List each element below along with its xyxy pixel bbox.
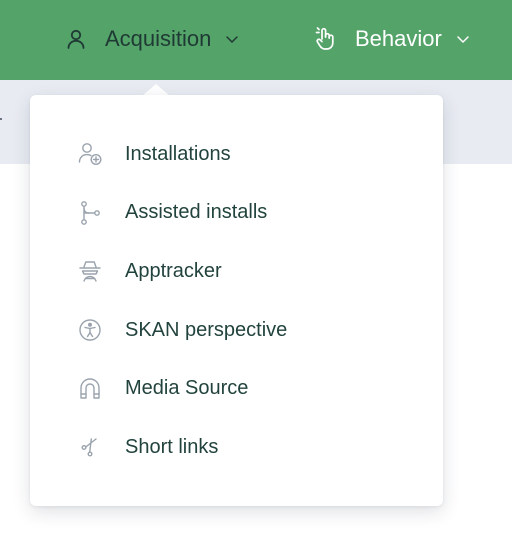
menu-item-media-source[interactable]: Media Source [30, 359, 443, 418]
magnet-icon [76, 375, 104, 403]
menu-item-installations[interactable]: Installations [30, 125, 443, 184]
subbar-marker [0, 118, 2, 120]
menu-item-label: Assisted installs [125, 201, 268, 224]
scissors-icon [76, 433, 104, 461]
nav-acquisition[interactable]: Acquisition [62, 0, 240, 78]
top-nav-bar: Acquisition Behavior [0, 0, 512, 80]
menu-item-label: Apptracker [125, 259, 222, 282]
menu-item-label: SKAN perspective [125, 318, 288, 341]
chevron-down-icon [224, 31, 240, 47]
spy-icon [76, 257, 104, 285]
chevron-down-icon [455, 31, 471, 47]
nav-acquisition-label: Acquisition [105, 26, 212, 51]
branch-icon [76, 199, 104, 227]
menu-item-label: Media Source [125, 377, 249, 400]
user-icon [62, 25, 90, 53]
pointer-hand-icon [312, 25, 340, 53]
menu-item-short-links[interactable]: Short links [30, 418, 443, 477]
menu-item-apptracker[interactable]: Apptracker [30, 242, 443, 301]
nav-behavior[interactable]: Behavior [312, 0, 471, 78]
menu-item-label: Installations [125, 142, 231, 165]
nav-behavior-label: Behavior [355, 26, 442, 51]
accessibility-icon [76, 316, 104, 344]
user-plus-icon [76, 140, 104, 168]
menu-item-assisted-installs[interactable]: Assisted installs [30, 184, 443, 243]
menu-item-skan-perspective[interactable]: SKAN perspective [30, 301, 443, 360]
acquisition-dropdown-menu: Installations Assisted installs Apptrack… [30, 95, 443, 506]
menu-item-label: Short links [125, 435, 219, 458]
dropdown-list: Installations Assisted installs Apptrack… [30, 125, 443, 477]
